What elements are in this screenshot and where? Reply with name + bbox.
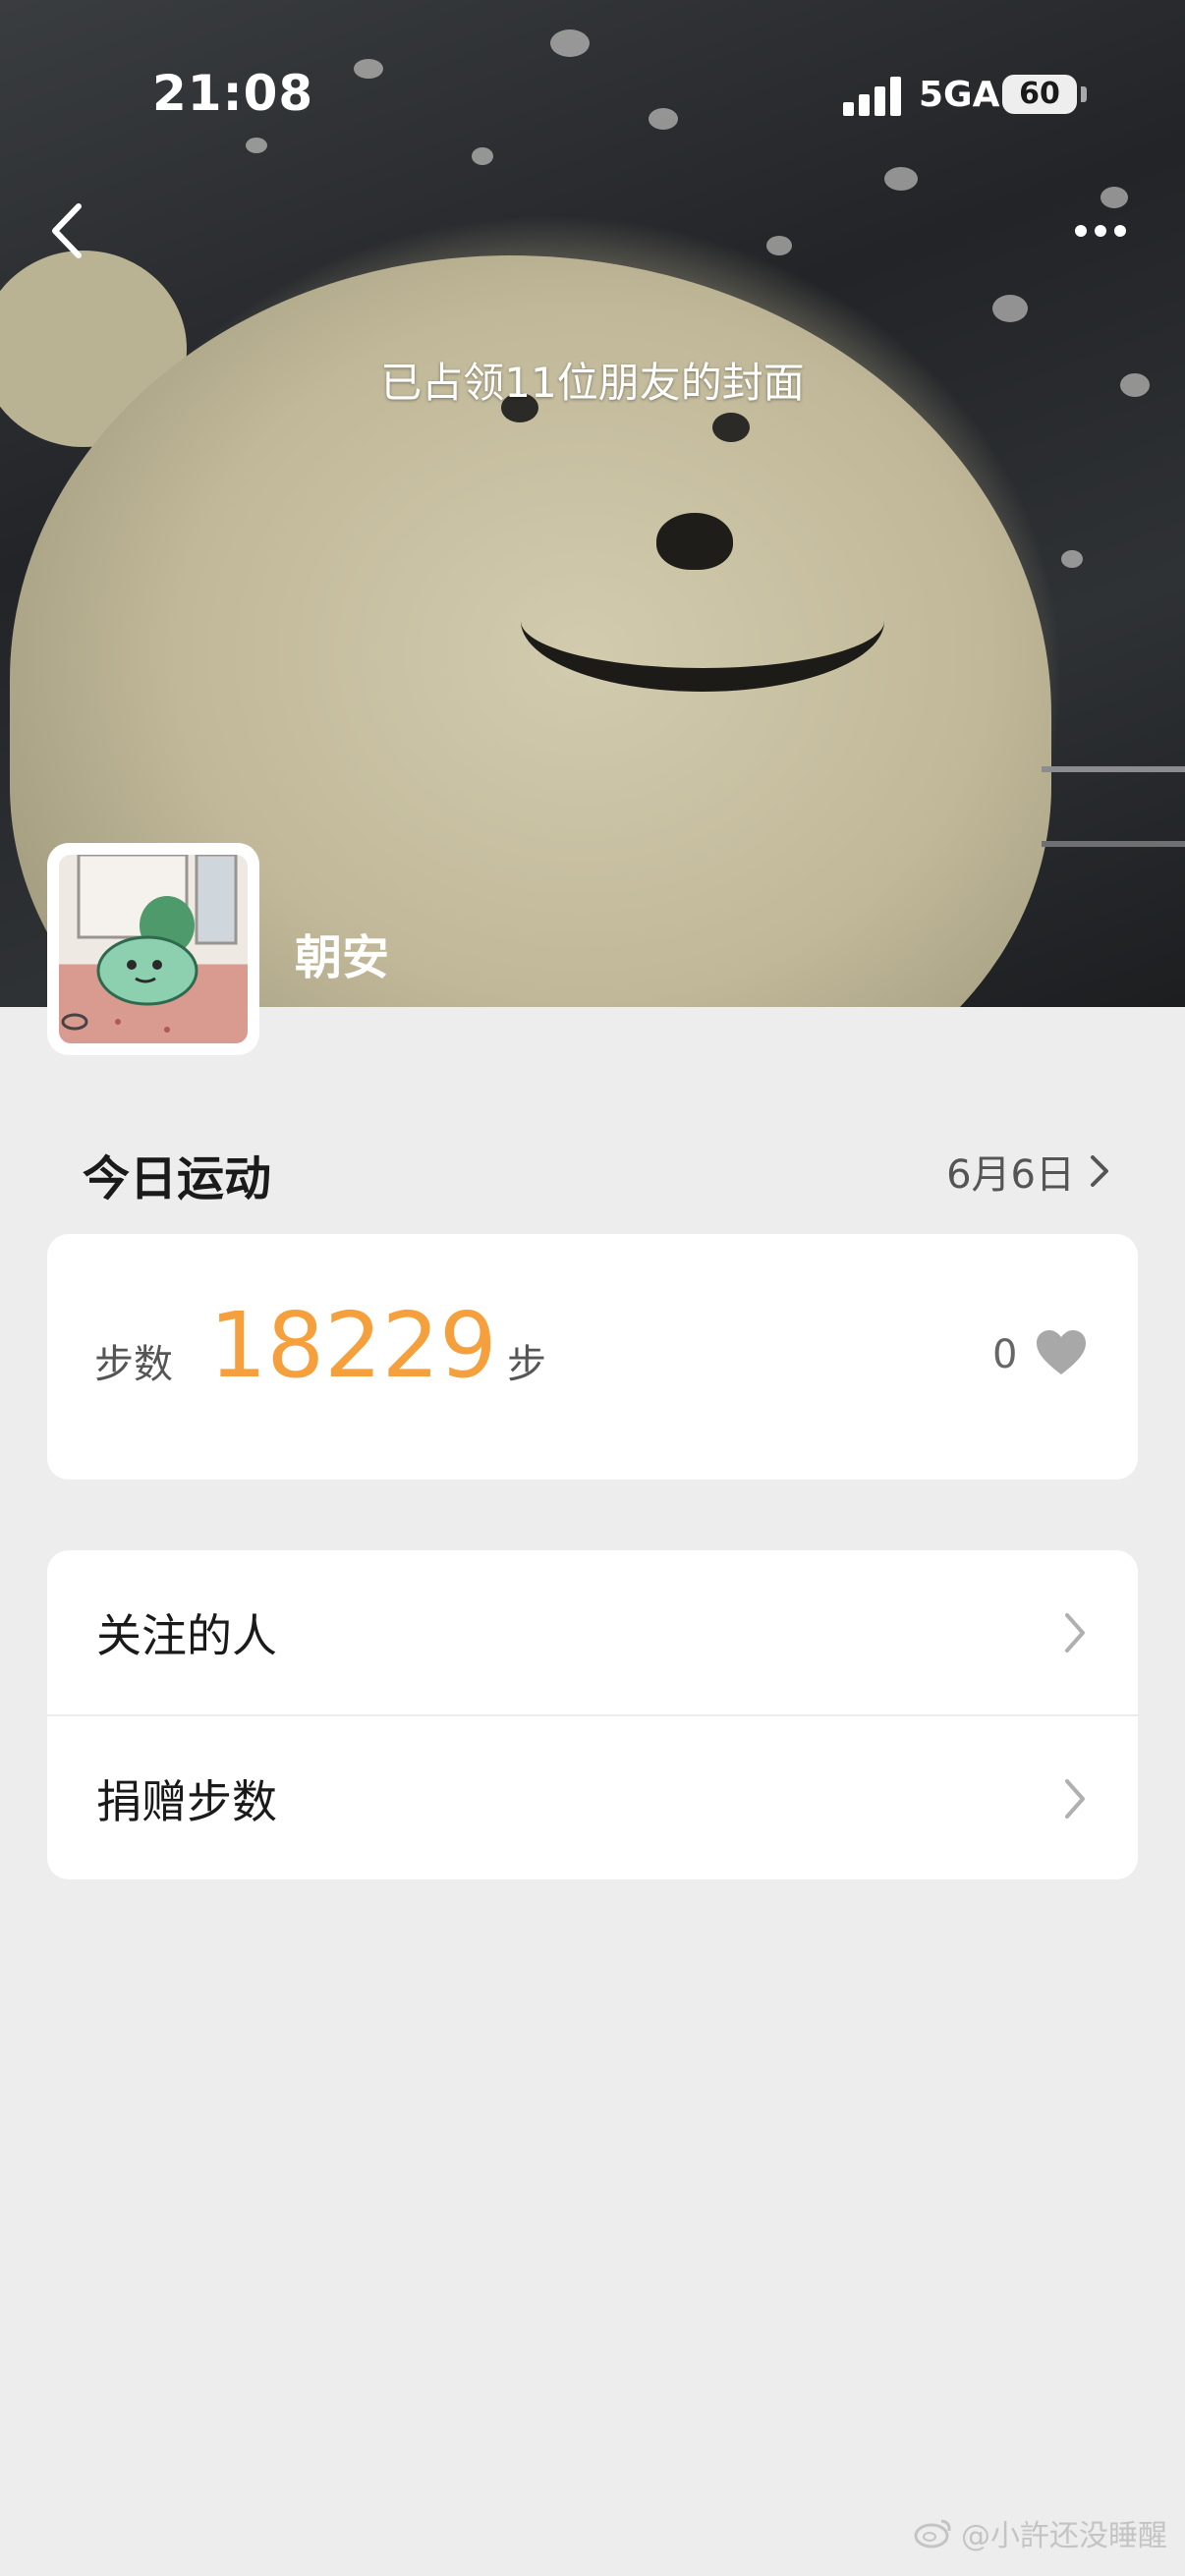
steps-label: 步数 (94, 1342, 173, 1387)
status-time: 21:08 (152, 65, 314, 122)
menu-item-following[interactable]: 关注的人 (47, 1550, 1138, 1714)
avatar-image (59, 855, 248, 1043)
signal-icon (843, 77, 904, 116)
steps-unit: 步 (507, 1342, 546, 1387)
more-dots-icon (1075, 225, 1126, 237)
more-button[interactable] (1066, 206, 1135, 255)
avatar[interactable] (47, 843, 259, 1055)
user-name[interactable]: 朝安 (295, 919, 389, 987)
bear-eye-right (712, 413, 750, 442)
section-title-today: 今日运动 (83, 1151, 272, 1206)
menu-item-donate-steps[interactable]: 捐赠步数 (47, 1714, 1138, 1879)
steps-card: 步数 18229 步 0 (47, 1234, 1138, 1480)
steps-value: 18229 (209, 1293, 497, 1398)
network-label: 5GA (919, 75, 1000, 115)
chevron-right-icon (1065, 1778, 1085, 1819)
menu-card: 关注的人 捐赠步数 (47, 1550, 1138, 1879)
watermark-text: @小許还没睡醒 (961, 2519, 1167, 2553)
chevron-left-icon (52, 203, 82, 258)
back-button[interactable] (39, 196, 98, 265)
window-rail (1042, 766, 1185, 847)
watermark: @小許还没睡醒 (914, 2511, 1167, 2554)
like-count: 0 (992, 1332, 1018, 1377)
chevron-right-icon (1091, 1155, 1108, 1187)
chevron-right-icon (1065, 1612, 1085, 1652)
heart-icon[interactable] (1035, 1328, 1088, 1377)
menu-item-label: 捐赠步数 (96, 1774, 277, 1828)
bear-mouth (521, 550, 884, 692)
menu-item-label: 关注的人 (96, 1608, 277, 1662)
date-link[interactable]: 6月6日 (946, 1143, 1110, 1200)
cover-caption: 已占领11位朋友的封面 (380, 359, 805, 407)
battery-tip (1081, 86, 1087, 102)
battery-icon: 60 (1002, 75, 1077, 114)
weibo-icon (914, 2519, 951, 2548)
date-label: 6月6日 (946, 1152, 1075, 1198)
